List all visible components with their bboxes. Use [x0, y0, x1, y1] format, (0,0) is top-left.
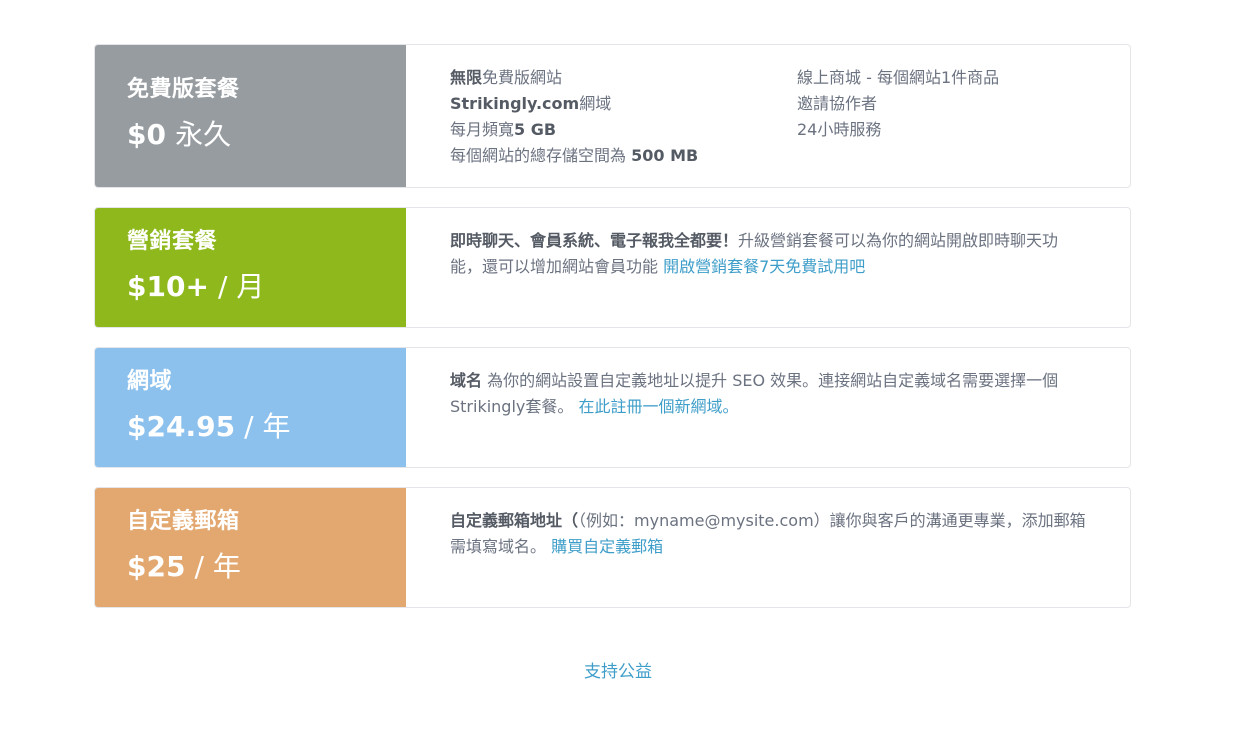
plan-name: 網域 — [127, 368, 173, 394]
buy-email-link[interactable]: 購買自定義郵箱 — [551, 537, 663, 556]
price-period: 永久 — [175, 118, 232, 151]
feature-item: 每月頻寬5 GB — [450, 120, 557, 139]
footer: 支持公益 — [0, 657, 1236, 682]
plan-price: $10+ / 月 — [127, 270, 406, 308]
plan-header-free: 免費版套餐 $0 永久 — [95, 45, 406, 187]
feature-item: 無限免費版網站 — [450, 68, 563, 87]
desc-highlight: 即時聊天、會員系統、電子報我全都要！ — [450, 231, 739, 250]
plan-header-email: 自定義郵箱 $25 / 年 — [95, 488, 406, 607]
desc-highlight: 域名 — [450, 371, 483, 390]
desc-highlight: 自定義郵箱地址（ — [450, 511, 579, 530]
plan-body-email: 自定義郵箱地址（（例如：myname@mysite.com）讓你與客戶的溝通更專… — [406, 488, 1130, 607]
plan-name: 免費版套餐 — [127, 77, 240, 102]
price-amount: $24.95 — [127, 409, 236, 443]
feature-item: 每個網站的總存儲空間為 500 MB — [450, 146, 699, 165]
plan-card-free: 免費版套餐 $0 永久 無限免費版網站 Strikingly.com網域 每月頻… — [94, 44, 1131, 188]
feature-item: Strikingly.com網域 — [450, 94, 612, 113]
charity-link[interactable]: 支持公益 — [584, 662, 652, 682]
plan-price: $25 / 年 — [127, 550, 406, 588]
price-amount: $25 — [127, 549, 186, 583]
plan-name: 自定義郵箱 — [127, 508, 240, 534]
plans-list: 免費版套餐 $0 永久 無限免費版網站 Strikingly.com網域 每月頻… — [94, 44, 1131, 627]
price-amount: $0 — [127, 118, 166, 151]
price-period: / 年 — [194, 549, 241, 583]
plan-header-marketing: 營銷套餐 $10+ / 月 — [95, 208, 406, 327]
plan-description: 域名 為你的網站設置自定義地址以提升 SEO 效果。連接網站自定義域名需要選擇一… — [450, 368, 1090, 420]
price-amount: $10+ — [127, 269, 209, 303]
plan-name: 營銷套餐 — [127, 228, 218, 254]
feature-item: 邀請協作者 — [797, 94, 878, 113]
plan-price: $0 永久 — [127, 118, 406, 156]
register-domain-link[interactable]: 在此註冊一個新網域。 — [578, 397, 738, 416]
desc-text: 為你的網站設置自定義地址以提升 SEO 效果。連接網站自定義域名需要選擇一個St… — [450, 371, 1059, 416]
feature-item: 24小時服務 — [797, 120, 882, 139]
plan-card-domain: 網域 $24.95 / 年 域名 為你的網站設置自定義地址以提升 SEO 效果。… — [94, 347, 1131, 468]
free-trial-link[interactable]: 開啟營銷套餐7天免費試用吧 — [663, 257, 865, 276]
plan-body-domain: 域名 為你的網站設置自定義地址以提升 SEO 效果。連接網站自定義域名需要選擇一… — [406, 348, 1130, 467]
feature-item: 線上商城 - 每個網站1件商品 — [797, 68, 1000, 87]
plan-body-free: 無限免費版網站 Strikingly.com網域 每月頻寬5 GB 每個網站的總… — [406, 45, 1130, 187]
plan-price: $24.95 / 年 — [127, 410, 406, 448]
plan-card-email: 自定義郵箱 $25 / 年 自定義郵箱地址（（例如：myname@mysite.… — [94, 487, 1131, 608]
plan-header-domain: 網域 $24.95 / 年 — [95, 348, 406, 467]
feature-list: 無限免費版網站 Strikingly.com網域 每月頻寬5 GB 每個網站的總… — [450, 65, 1130, 169]
feature-column-right: 線上商城 - 每個網站1件商品 邀請協作者 24小時服務 — [797, 65, 1130, 169]
price-period: / 年 — [244, 409, 291, 443]
feature-column-left: 無限免費版網站 Strikingly.com網域 每月頻寬5 GB 每個網站的總… — [450, 65, 797, 169]
plan-body-marketing: 即時聊天、會員系統、電子報我全都要！升級營銷套餐可以為你的網站開啟即時聊天功能，… — [406, 208, 1130, 327]
price-period: / 月 — [218, 269, 265, 303]
plan-card-marketing: 營銷套餐 $10+ / 月 即時聊天、會員系統、電子報我全都要！升級營銷套餐可以… — [94, 207, 1131, 328]
plan-description: 即時聊天、會員系統、電子報我全都要！升級營銷套餐可以為你的網站開啟即時聊天功能，… — [450, 228, 1090, 280]
plan-description: 自定義郵箱地址（（例如：myname@mysite.com）讓你與客戶的溝通更專… — [450, 508, 1090, 560]
